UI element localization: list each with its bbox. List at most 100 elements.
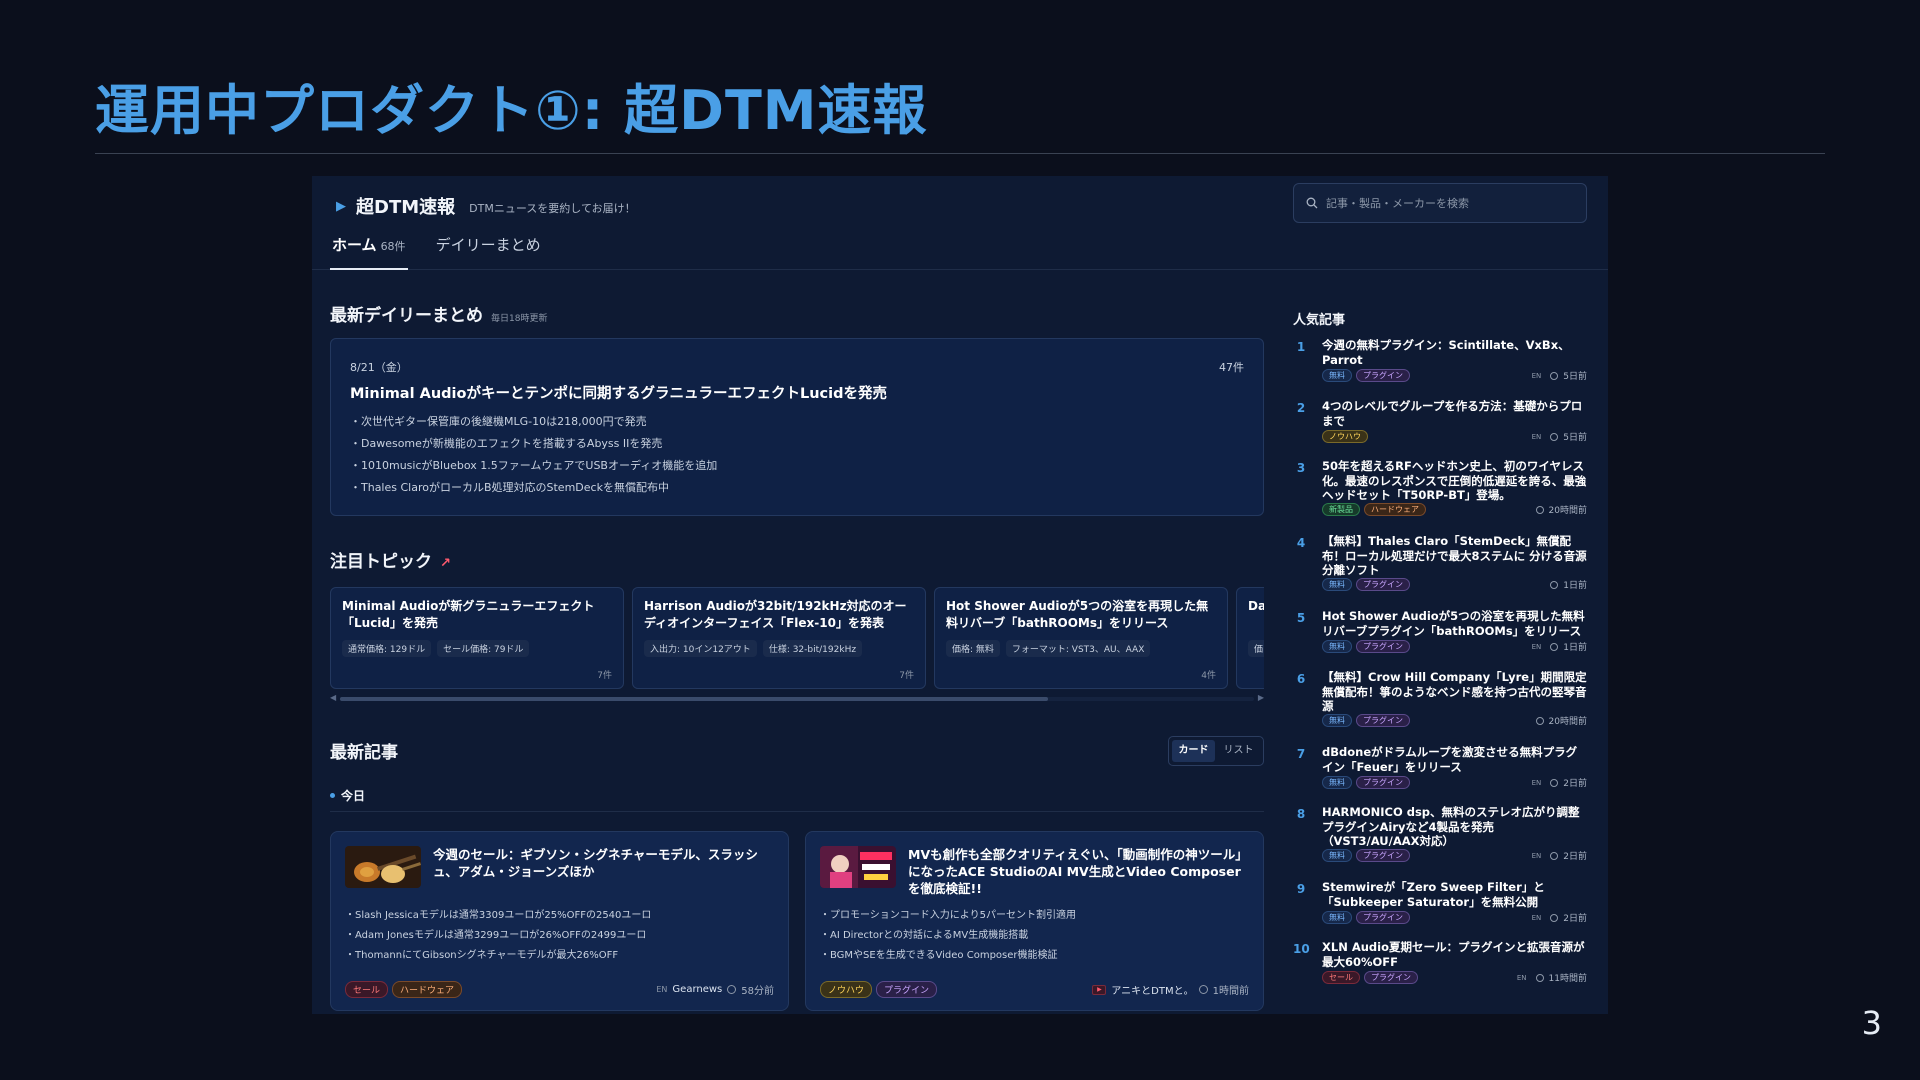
popular-tags: 無料 プラグイン xyxy=(1322,776,1410,789)
popular-meta: 20時間前 xyxy=(1527,714,1587,727)
source-name[interactable]: Gearnews xyxy=(672,984,722,995)
popular-tag[interactable]: ノウハウ xyxy=(1322,430,1368,443)
language-label: EN xyxy=(1531,642,1542,651)
popular-item-title: XLN Audio夏期セール：プラグインと拡張音源が最大60%OFF xyxy=(1322,940,1585,969)
article-bullet: ・プロモーションコード入力により5パーセント割引適用 xyxy=(820,910,1076,921)
article-title: 今週のセール：ギブソン・シグネチャーモデル、スラッシュ、アダム・ジョーンズほか xyxy=(433,847,758,879)
video-thumbnail-image xyxy=(820,846,896,888)
scroll-right-icon[interactable]: ▶ xyxy=(1258,693,1264,702)
guitar-image xyxy=(345,846,421,888)
topic-card[interactable]: Minimal Audioが新グラニュラーエフェクト「Lucid」を発売 通常価… xyxy=(330,587,624,689)
popular-tag[interactable]: プラグイン xyxy=(1356,776,1410,789)
popular-item-title: 【無料】Thales Claro「StemDeck」無償配布！ローカル処理だけで… xyxy=(1322,534,1587,577)
popular-tag[interactable]: プラグイン xyxy=(1356,578,1410,591)
topic-card[interactable]: Harrison Audioが32bit/192kHz対応のオーディオインターフ… xyxy=(632,587,926,689)
tab-daily[interactable]: デイリーまとめ xyxy=(434,234,543,270)
tag-howto[interactable]: ノウハウ xyxy=(820,981,873,998)
topic-meta: 通常価格: 129ドル セール価格: 79ドル xyxy=(342,640,530,657)
popular-time: 2日前 xyxy=(1563,914,1587,924)
popular-title: 人気記事 xyxy=(1293,313,1346,328)
page-number: 3 xyxy=(1861,1004,1882,1042)
popular-item-title: 4つのレベルでグループを作る方法：基礎からプロまで xyxy=(1322,399,1583,428)
popular-tag[interactable]: プラグイン xyxy=(1356,849,1410,862)
popular-item-title: Stemwireが「Zero Sweep Filter」と「Subkeeper … xyxy=(1322,880,1545,909)
topic-chip: 仕様: 32-bit/192kHz xyxy=(762,640,863,657)
topic-card[interactable]: Hot Shower Audioが5つの浴室を再現した無料リバーブ「bathRO… xyxy=(934,587,1228,689)
popular-tag[interactable]: 無料 xyxy=(1322,911,1352,924)
popular-meta: EN 5日前 xyxy=(1532,369,1587,382)
view-card-button[interactable]: カード xyxy=(1172,740,1215,762)
topic-card-partial[interactable]: Da…を発… 価… xyxy=(1236,587,1264,689)
article-title: MVも創作も全部クオリティえぐい、「動画制作の神ツール」になったACE Stud… xyxy=(908,847,1248,896)
tab-home[interactable]: ホーム 68件 xyxy=(330,234,408,270)
topic-meta: 価格: 無料 フォーマット: VST3、AU、AAX xyxy=(946,640,1151,657)
popular-rank: 5 xyxy=(1296,611,1306,625)
popular-tags: 無料 プラグイン xyxy=(1322,849,1410,862)
popular-item-title: 【無料】Crow Hill Company「Lyre」期間限定無償配布！箏のよう… xyxy=(1322,670,1587,713)
popular-tag[interactable]: 無料 xyxy=(1322,369,1352,382)
popular-time: 5日前 xyxy=(1563,372,1587,382)
popular-tag[interactable]: 無料 xyxy=(1322,714,1352,727)
popular-time: 1日前 xyxy=(1563,643,1587,653)
popular-tag[interactable]: プラグイン xyxy=(1356,369,1410,382)
article-tags: ノウハウ プラグイン xyxy=(820,981,938,998)
topic-chip: 価… xyxy=(1248,640,1264,657)
language-label: EN xyxy=(1516,973,1527,982)
brand[interactable]: ▶ 超DTM速報 DTMニュースを要約してお届け！ xyxy=(336,193,636,219)
digest-count: 47件 xyxy=(1219,361,1244,374)
popular-tag[interactable]: 無料 xyxy=(1322,640,1352,653)
search-box[interactable] xyxy=(1293,183,1587,223)
tag-hardware[interactable]: ハードウェア xyxy=(392,981,463,998)
tab-daily-label: デイリーまとめ xyxy=(435,236,541,254)
view-list-button[interactable]: リスト xyxy=(1217,740,1260,762)
article-bullet: ・AI Directorとの対話によるMV生成機能搭載 xyxy=(820,930,1029,941)
popular-tag[interactable]: プラグイン xyxy=(1356,714,1410,727)
search-input[interactable] xyxy=(1326,196,1566,210)
clock-icon xyxy=(1550,778,1559,787)
article-footer: ノウハウ プラグイン ▶ アニキとDTMと。 1時間前 xyxy=(820,981,1249,998)
popular-tag[interactable]: プラグイン xyxy=(1356,911,1410,924)
popular-item-title: dBdoneがドラムループを激変させる無料プラグイン「Feuer」をリリース xyxy=(1322,745,1578,774)
popular-tags: 無料 プラグイン xyxy=(1322,911,1410,924)
article-time: 1時間前 xyxy=(1212,986,1249,997)
scroll-thumb[interactable] xyxy=(340,697,1048,701)
popular-tag[interactable]: プラグイン xyxy=(1356,640,1410,653)
popular-meta: 20時間前 xyxy=(1527,503,1587,516)
digest-bullet: ・1010musicがBluebox 1.5ファームウェアでUSBオーディオ機能… xyxy=(350,459,718,472)
language-label: EN xyxy=(1531,913,1542,922)
daily-subtitle: 毎日18時更新 xyxy=(491,314,548,324)
source-name[interactable]: アニキとDTMと。 xyxy=(1111,982,1193,997)
language-label: EN xyxy=(656,985,668,994)
clock-icon xyxy=(1550,913,1559,922)
popular-item-footer: 無料 プラグイン EN 2日前 xyxy=(1322,776,1587,789)
popular-tag[interactable]: セール xyxy=(1322,971,1360,984)
scroll-left-icon[interactable]: ◀ xyxy=(330,693,336,702)
popular-tag[interactable]: プラグイン xyxy=(1364,971,1418,984)
article-card[interactable]: MVも創作も全部クオリティえぐい、「動画制作の神ツール」になったACE Stud… xyxy=(805,831,1264,1011)
article-card[interactable]: 今週のセール：ギブソン・シグネチャーモデル、スラッシュ、アダム・ジョーンズほか … xyxy=(330,831,789,1011)
topics-scrollbar[interactable]: ◀ ▶ xyxy=(330,693,1264,702)
popular-item-title: Hot Shower Audioが5つの浴室を再現した無料リバーブプラグイン「b… xyxy=(1322,609,1585,638)
popular-tag[interactable]: ハードウェア xyxy=(1364,503,1426,516)
topic-chip: セール価格: 79ドル xyxy=(437,640,530,657)
article-bullets: ・Slash Jessicaモデルは通常3309ユーロが25%OFFの2540ユ… xyxy=(345,906,651,966)
popular-tag[interactable]: 無料 xyxy=(1322,578,1352,591)
popular-tag[interactable]: 新製品 xyxy=(1322,503,1360,516)
tag-sale[interactable]: セール xyxy=(345,981,389,998)
article-bullet: ・BGMやSEを生成できるVideo Composer機能検証 xyxy=(820,950,1058,961)
topic-chip: 価格: 無料 xyxy=(946,640,1000,657)
popular-tag[interactable]: 無料 xyxy=(1322,776,1352,789)
daily-section-title: 最新デイリーまとめ 毎日18時更新 xyxy=(330,301,1264,326)
video-play-icon: ▶ xyxy=(1092,984,1107,995)
language-label: EN xyxy=(1531,432,1542,441)
topic-count: 4件 xyxy=(1201,671,1216,681)
topic-title: Harrison Audioが32bit/192kHz対応のオーディオインターフ… xyxy=(644,599,907,630)
popular-meta: EN 2日前 xyxy=(1532,849,1587,862)
tab-home-label: ホーム xyxy=(332,236,377,254)
digest-bullet: ・Dawesomeが新機能のエフェクトを搭載するAbyss IIを発売 xyxy=(350,437,663,450)
digest-date: 8/21（金） xyxy=(350,361,408,374)
daily-digest-card[interactable]: 8/21（金） 47件 Minimal Audioがキーとテンポに同期するグラニ… xyxy=(330,338,1264,516)
tag-plugin[interactable]: プラグイン xyxy=(876,981,938,998)
popular-tag[interactable]: 無料 xyxy=(1322,849,1352,862)
article-bullets: ・プロモーションコード入力により5パーセント割引適用 ・AI Directorと… xyxy=(820,906,1076,966)
